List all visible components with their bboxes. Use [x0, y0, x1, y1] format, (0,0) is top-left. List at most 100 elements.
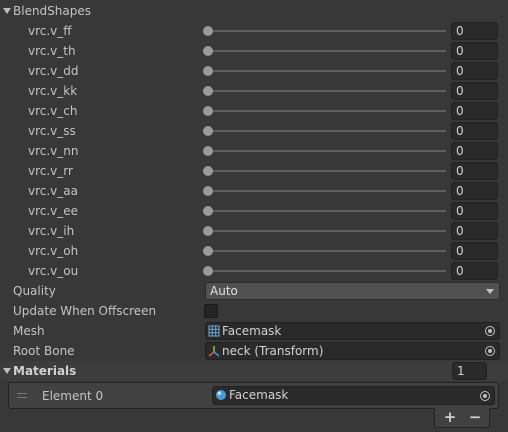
mesh-label: Mesh	[13, 324, 45, 338]
slider-thumb[interactable]	[203, 26, 213, 36]
material-value: Facemask	[229, 388, 289, 402]
slider-thumb[interactable]	[203, 106, 213, 116]
blendshape-label: vrc.v_ih	[28, 224, 75, 238]
blendshape-label: vrc.v_kk	[28, 84, 78, 98]
blendshape-row: vrc.v_oh 0	[0, 241, 508, 261]
root-bone-value: neck (Transform)	[222, 344, 324, 358]
blendshape-value-field[interactable]: 0	[451, 42, 498, 60]
blendshapes-foldout[interactable]: BlendShapes	[0, 1, 508, 21]
blendshape-value-field[interactable]: 0	[451, 242, 498, 260]
blendshape-label: vrc.v_ss	[28, 124, 76, 138]
slider-thumb[interactable]	[203, 126, 213, 136]
update-offscreen-checkbox[interactable]	[204, 304, 218, 318]
blendshape-label: vrc.v_ee	[28, 204, 79, 218]
blendshape-slider[interactable]	[206, 50, 446, 52]
blendshape-row: vrc.v_dd 0	[0, 61, 508, 81]
blendshape-row: vrc.v_aa 0	[0, 181, 508, 201]
materials-foldout[interactable]: Materials 1	[0, 361, 508, 381]
quality-dropdown[interactable]: Auto	[205, 282, 500, 300]
blendshape-row: vrc.v_ch 0	[0, 101, 508, 121]
blendshape-value-field[interactable]: 0	[451, 262, 498, 280]
blendshape-row: vrc.v_ss 0	[0, 121, 508, 141]
slider-thumb[interactable]	[203, 86, 213, 96]
blendshape-slider[interactable]	[206, 190, 446, 192]
remove-element-button[interactable]: −	[463, 408, 487, 427]
foldout-arrow-icon[interactable]	[3, 8, 11, 14]
object-picker-icon[interactable]	[485, 346, 495, 356]
blendshape-value-field[interactable]: 0	[451, 142, 498, 160]
blendshape-slider[interactable]	[206, 230, 446, 232]
slider-thumb[interactable]	[203, 46, 213, 56]
blendshape-slider[interactable]	[206, 210, 446, 212]
blendshape-value-field[interactable]: 0	[451, 62, 498, 80]
blendshape-value-field[interactable]: 0	[451, 162, 498, 180]
blendshape-slider[interactable]	[206, 110, 446, 112]
element-label: Element 0	[42, 389, 104, 403]
slider-thumb[interactable]	[203, 66, 213, 76]
materials-title: Materials	[13, 364, 77, 378]
blendshape-label: vrc.v_nn	[28, 144, 79, 158]
mesh-field[interactable]: Facemask	[205, 322, 500, 340]
update-offscreen-label: Update When Offscreen	[13, 304, 157, 318]
material-field[interactable]: Facemask	[212, 386, 495, 405]
blendshape-slider[interactable]	[206, 170, 446, 172]
slider-thumb[interactable]	[203, 186, 213, 196]
update-offscreen-row: Update When Offscreen	[0, 301, 508, 321]
blendshapes-title: BlendShapes	[13, 4, 91, 18]
blendshape-slider[interactable]	[206, 270, 446, 272]
blendshape-label: vrc.v_ff	[28, 24, 72, 38]
add-element-button[interactable]: +	[438, 408, 462, 427]
root-bone-label: Root Bone	[13, 344, 75, 358]
blendshape-row: vrc.v_th 0	[0, 41, 508, 61]
quality-row: Quality Auto	[0, 281, 508, 301]
blendshape-value-field[interactable]: 0	[451, 122, 498, 140]
blendshape-label: vrc.v_th	[28, 44, 76, 58]
transform-icon	[208, 346, 220, 357]
blendshape-row: vrc.v_kk 0	[0, 81, 508, 101]
blendshape-value-field[interactable]: 0	[451, 222, 498, 240]
slider-thumb[interactable]	[203, 206, 213, 216]
slider-thumb[interactable]	[203, 246, 213, 256]
chevron-down-icon	[486, 289, 494, 294]
blendshape-slider[interactable]	[206, 150, 446, 152]
root-bone-field[interactable]: neck (Transform)	[205, 342, 500, 360]
blendshape-row: vrc.v_rr 0	[0, 161, 508, 181]
object-picker-icon[interactable]	[485, 326, 495, 336]
blendshape-slider[interactable]	[206, 70, 446, 72]
slider-thumb[interactable]	[203, 226, 213, 236]
blendshape-slider[interactable]	[206, 250, 446, 252]
slider-thumb[interactable]	[203, 266, 213, 276]
mesh-icon	[208, 325, 220, 337]
object-picker-icon[interactable]	[480, 391, 490, 401]
blendshape-row: vrc.v_ff 0	[0, 21, 508, 41]
mesh-value: Facemask	[222, 324, 282, 338]
blendshape-row: vrc.v_nn 0	[0, 141, 508, 161]
blendshape-label: vrc.v_aa	[28, 184, 78, 198]
blendshape-slider[interactable]	[206, 90, 446, 92]
blendshape-label: vrc.v_ou	[28, 264, 79, 278]
blendshape-label: vrc.v_ch	[28, 104, 78, 118]
quality-label: Quality	[13, 284, 56, 298]
mesh-row: Mesh Facemask	[0, 321, 508, 341]
blendshape-label: vrc.v_dd	[28, 64, 79, 78]
slider-thumb[interactable]	[203, 166, 213, 176]
foldout-arrow-icon[interactable]	[3, 368, 11, 374]
quality-value: Auto	[210, 284, 238, 298]
blendshape-value-field[interactable]: 0	[451, 182, 498, 200]
blendshape-value-field[interactable]: 0	[451, 82, 498, 100]
blendshape-slider[interactable]	[206, 30, 446, 32]
blendshape-value-field[interactable]: 0	[451, 22, 498, 40]
slider-thumb[interactable]	[203, 146, 213, 156]
root-bone-row: Root Bone neck (Transform)	[0, 341, 508, 361]
blendshape-slider[interactable]	[206, 130, 446, 132]
drag-handle-icon[interactable]	[17, 393, 27, 398]
blendshape-value-field[interactable]: 0	[451, 202, 498, 220]
materials-count-field[interactable]: 1	[452, 362, 487, 380]
blendshape-row: vrc.v_ih 0	[0, 221, 508, 241]
material-icon	[216, 390, 226, 400]
materials-list: Element 0 Facemask	[8, 382, 499, 409]
list-footer: + −	[434, 408, 490, 428]
blendshape-row: vrc.v_ee 0	[0, 201, 508, 221]
blendshape-value-field[interactable]: 0	[451, 102, 498, 120]
blendshape-label: vrc.v_oh	[28, 244, 79, 258]
